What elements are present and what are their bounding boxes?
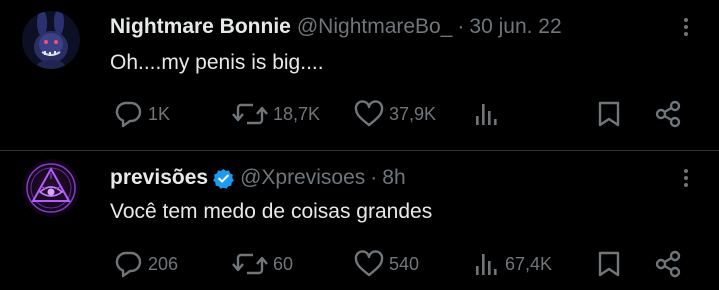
avatar-image [22, 11, 80, 69]
reply-icon [115, 251, 142, 278]
bookmark-icon [598, 101, 620, 127]
tweet-text: Você tem medo de coisas grandes [110, 200, 433, 223]
verified-badge-icon [213, 168, 234, 189]
bookmark-button[interactable] [597, 100, 621, 133]
avatar[interactable] [22, 11, 80, 69]
like-button[interactable]: 540 [354, 250, 419, 278]
share-button[interactable] [654, 100, 682, 133]
reply-count: 206 [148, 253, 179, 274]
more-icon [684, 18, 688, 36]
retweet-count: 18,7K [273, 103, 321, 124]
retweet-button[interactable]: 18,7K [232, 100, 320, 128]
share-button[interactable] [654, 250, 682, 283]
avatar[interactable] [22, 159, 80, 217]
more-options-button[interactable] [676, 166, 696, 190]
reply-button[interactable]: 1K [113, 100, 170, 128]
timestamp[interactable]: 8h [382, 166, 405, 190]
like-button[interactable]: 37,9K [354, 100, 436, 128]
retweet-icon [232, 103, 268, 125]
avatar-image [22, 159, 80, 217]
separator-dot: · [370, 166, 378, 189]
retweet-count: 60 [273, 253, 294, 274]
views-button[interactable] [474, 100, 505, 128]
share-icon [655, 250, 681, 278]
user-handle[interactable]: @NightmareBo_ [297, 15, 453, 39]
more-icon [684, 169, 688, 187]
bookmark-button[interactable] [597, 250, 621, 283]
retweet-button[interactable]: 60 [232, 250, 293, 278]
like-icon [354, 250, 384, 277]
share-icon [655, 100, 681, 128]
tweet-header: Nightmare Bonnie @NightmareBo_ · 30 jun.… [110, 12, 562, 42]
bookmark-icon [598, 251, 620, 277]
reply-button[interactable]: 206 [113, 250, 178, 278]
timestamp[interactable]: 30 jun. 22 [469, 15, 561, 39]
reply-icon [115, 101, 142, 128]
reply-count: 1K [148, 103, 171, 124]
display-name[interactable]: previsões [110, 166, 208, 190]
user-handle[interactable]: @Xprevisoes [240, 166, 365, 190]
views-icon [476, 104, 497, 125]
views-button[interactable]: 67,4K [474, 250, 552, 278]
like-count: 37,9K [389, 103, 437, 124]
tweet-text: Oh....my penis is big.... [110, 51, 324, 74]
display-name[interactable]: Nightmare Bonnie [110, 15, 291, 39]
like-icon [354, 100, 384, 127]
views-count: 67,4K [505, 253, 553, 274]
retweet-icon [232, 253, 268, 275]
like-count: 540 [389, 253, 420, 274]
views-icon [476, 254, 497, 275]
separator-dot: · [457, 15, 465, 38]
more-options-button[interactable] [676, 15, 696, 39]
tweet-header: previsões @Xprevisoes · 8h [110, 163, 406, 193]
